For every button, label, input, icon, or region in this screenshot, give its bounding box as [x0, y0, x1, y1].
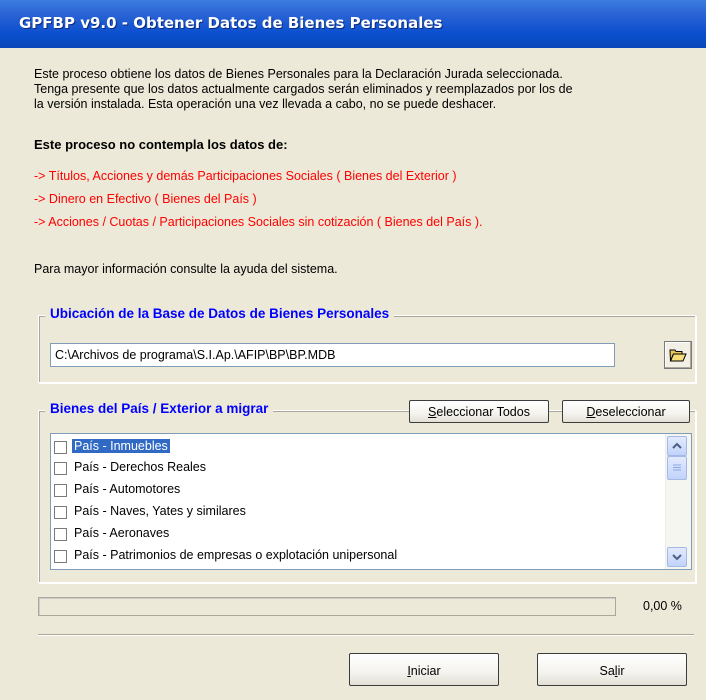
notice-heading: Este proceso no contempla los datos de:: [34, 137, 288, 152]
deselect-label: eseleccionar: [595, 405, 666, 419]
notice-item-2: -> Dinero en Efectivo ( Bienes del País …: [34, 192, 257, 206]
grip-icon: [673, 464, 681, 471]
vertical-scrollbar[interactable]: [665, 434, 691, 569]
location-group-title: Ubicación de la Base de Datos de Bienes …: [45, 306, 395, 321]
item-checkbox[interactable]: [54, 550, 67, 563]
start-label: niciar: [410, 664, 441, 678]
exit-label-end: ir: [617, 664, 625, 678]
progress-bar: [38, 597, 616, 616]
item-checkbox[interactable]: [54, 462, 67, 475]
item-label: País - Automotores: [74, 482, 181, 496]
item-label: País - Naves, Yates y similares: [74, 504, 246, 518]
progress-percent: 0,00 %: [643, 599, 682, 613]
database-path-field[interactable]: C:\Archivos de programa\S.I.Ap.\AFIP\BP\…: [50, 343, 615, 367]
notice-item-3: -> Acciones / Cuotas / Participaciones S…: [34, 215, 483, 229]
item-label: País - Aeronaves: [74, 526, 170, 540]
deselect-button[interactable]: Deseleccionar: [562, 400, 690, 423]
intro-text-line-2: Tenga presente que los datos actualmente…: [34, 82, 573, 96]
open-folder-icon: [669, 349, 687, 362]
browse-folder-button[interactable]: [664, 341, 692, 369]
exit-button[interactable]: Salir: [537, 653, 687, 686]
notice-item-1: -> Títulos, Acciones y demás Participaci…: [34, 169, 457, 183]
title-bar[interactable]: GPFBP v9.0 - Obtener Datos de Bienes Per…: [0, 0, 706, 48]
chevron-up-icon: [672, 442, 682, 449]
list-item[interactable]: País - Inmuebles: [51, 436, 663, 457]
help-text: Para mayor información consulte la ayuda…: [34, 262, 338, 276]
item-checkbox[interactable]: [54, 528, 67, 541]
select-all-label: eleccionar Todos: [436, 405, 530, 419]
intro-text-line-3: la versión instalada. Esta operación una…: [34, 97, 497, 111]
list-item[interactable]: País - Derechos Reales: [51, 457, 663, 478]
item-checkbox[interactable]: [54, 506, 67, 519]
item-checkbox[interactable]: [54, 441, 67, 454]
window-title: GPFBP v9.0 - Obtener Datos de Bienes Per…: [19, 14, 443, 32]
assets-checklist[interactable]: País - Inmuebles País - Derechos Reales …: [50, 433, 692, 570]
list-item[interactable]: País - Patrimonios de empresas o explota…: [51, 545, 663, 566]
item-label: País - Inmuebles: [72, 439, 170, 453]
scroll-thumb[interactable]: [667, 456, 687, 480]
exit-label-start: Sa: [599, 664, 615, 678]
list-item[interactable]: País - Automotores: [51, 479, 663, 500]
item-label: País - Derechos Reales: [74, 460, 207, 474]
item-checkbox[interactable]: [54, 484, 67, 497]
start-button[interactable]: Iniciar: [349, 653, 499, 686]
item-label: País - Patrimonios de empresas o explota…: [74, 548, 398, 562]
select-all-button[interactable]: Seleccionar Todos: [409, 400, 549, 423]
scroll-up-button[interactable]: [667, 436, 687, 456]
chevron-down-icon: [672, 554, 682, 561]
list-item[interactable]: País - Aeronaves: [51, 523, 663, 544]
migrate-group-title: Bienes del País / Exterior a migrar: [45, 401, 274, 416]
scroll-down-button[interactable]: [667, 547, 687, 567]
intro-text-line-1: Este proceso obtiene los datos de Bienes…: [34, 67, 563, 81]
bottom-separator: [38, 634, 694, 636]
list-item[interactable]: País - Naves, Yates y similares: [51, 501, 663, 522]
